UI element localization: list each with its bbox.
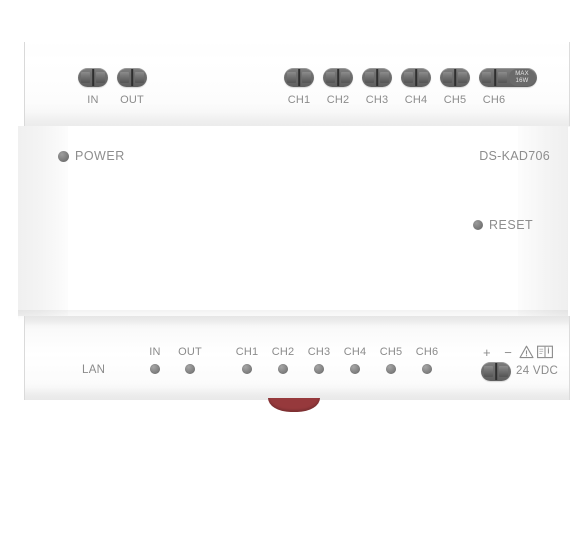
led-label-ch6: CH6 (415, 346, 439, 358)
terminal-screw-left (404, 72, 413, 83)
terminal-screw-right (498, 72, 507, 83)
led-label-out: OUT (178, 346, 202, 358)
terminal-screw-right (135, 72, 144, 83)
reset-label: RESET (489, 218, 534, 232)
led-ch2 (278, 364, 288, 374)
product-model-name: DS-KAD706 (479, 149, 550, 163)
reset-button[interactable] (473, 220, 483, 230)
terminal-screw-left (120, 72, 129, 83)
terminal-screw-right (499, 366, 508, 377)
led-out (185, 364, 195, 374)
terminal-ch1[interactable] (284, 68, 314, 87)
max-power-badge: MAX 16W (509, 69, 535, 86)
top-block-shadow (25, 112, 569, 126)
terminal-ch2[interactable] (323, 68, 353, 87)
terminal-screw-left (326, 72, 335, 83)
max-badge-line2: 16W (515, 77, 529, 84)
max-badge-line1: MAX (515, 70, 529, 77)
terminal-power-24vdc[interactable] (481, 362, 511, 381)
terminal-screw-left (443, 72, 452, 83)
led-ch3 (314, 364, 324, 374)
terminal-ch5[interactable] (440, 68, 470, 87)
terminal-ch4[interactable] (401, 68, 431, 87)
led-ch1 (242, 364, 252, 374)
terminal-screw-right (419, 72, 428, 83)
read-manual-icon (537, 345, 553, 359)
led-ch6 (422, 364, 432, 374)
product-device-photo: IN OUT CH1 CH2 CH3 CH4 CH5 MAX 16W CH6 P… (0, 0, 588, 546)
terminal-out[interactable] (117, 68, 147, 87)
power-led-indicator (58, 151, 69, 162)
terminal-screw-left (482, 72, 491, 83)
power-led-label: POWER (75, 149, 125, 163)
terminal-screw-left (287, 72, 296, 83)
led-in (150, 364, 160, 374)
terminal-in[interactable] (78, 68, 108, 87)
warning-triangle-icon (519, 345, 534, 359)
terminal-ch6[interactable]: MAX 16W (479, 68, 537, 87)
terminal-screw-right (341, 72, 350, 83)
terminal-screw-right (96, 72, 105, 83)
led-ch4 (350, 364, 360, 374)
terminal-screw-left (365, 72, 374, 83)
polarity-marks: + − (483, 345, 517, 360)
lan-port-label: LAN (82, 364, 106, 376)
terminal-screw-right (302, 72, 311, 83)
bottom-block-top-shadow (25, 316, 569, 326)
terminal-label-ch6: CH6 (482, 94, 506, 106)
terminal-ch3[interactable] (362, 68, 392, 87)
terminal-screw-left (484, 366, 493, 377)
top-block-highlight (25, 42, 569, 54)
terminal-screw-right (380, 72, 389, 83)
voltage-rating-label: 24 VDC (516, 365, 559, 377)
terminal-screw-left (81, 72, 90, 83)
terminal-screw-right (458, 72, 467, 83)
led-ch5 (386, 364, 396, 374)
body-front-face (68, 126, 518, 316)
terminal-label-out: OUT (120, 94, 144, 106)
